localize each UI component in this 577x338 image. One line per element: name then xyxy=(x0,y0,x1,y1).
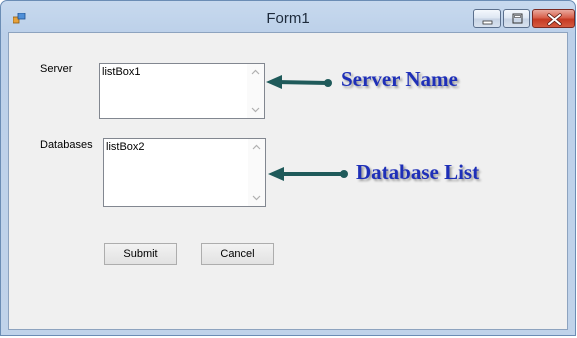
databases-listbox[interactable]: listBox2 xyxy=(103,138,266,207)
scroll-up-icon[interactable] xyxy=(248,139,265,156)
server-name-annotation: Server Name xyxy=(341,67,458,91)
vertical-scrollbar[interactable] xyxy=(248,139,265,206)
server-listbox[interactable]: listBox1 xyxy=(99,63,265,119)
minimize-button[interactable] xyxy=(473,9,501,28)
database-list-arrow-icon xyxy=(268,167,348,181)
close-icon xyxy=(547,13,562,26)
minimize-icon xyxy=(482,20,493,25)
maximize-icon xyxy=(512,13,523,24)
scroll-down-icon[interactable] xyxy=(248,189,265,206)
list-item[interactable]: listBox1 xyxy=(102,66,141,78)
scroll-down-icon[interactable] xyxy=(247,101,264,118)
server-name-arrow-icon xyxy=(266,75,332,89)
database-list-annotation: Database List xyxy=(356,160,480,184)
databases-label: Databases xyxy=(40,139,93,151)
close-button[interactable] xyxy=(532,9,575,28)
title-bar[interactable]: Form1 xyxy=(1,1,575,33)
cancel-button[interactable]: Cancel xyxy=(201,243,274,265)
list-item[interactable]: listBox2 xyxy=(106,141,145,153)
maximize-button[interactable] xyxy=(503,9,530,28)
server-label: Server xyxy=(40,63,73,75)
submit-button[interactable]: Submit xyxy=(104,243,177,265)
